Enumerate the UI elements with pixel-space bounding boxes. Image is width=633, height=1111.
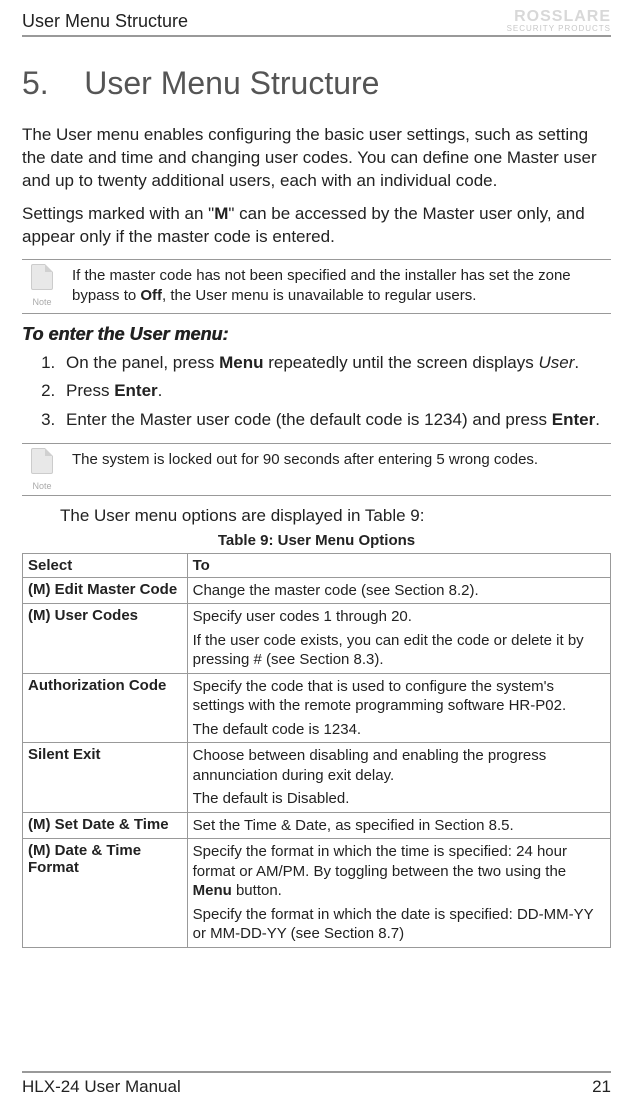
brand-logo: ROSSLARE (507, 10, 611, 24)
cell-select: (M) Edit Master Code (23, 577, 188, 604)
cell-select: Authorization Code (23, 673, 188, 743)
cell-to: Specify the code that is used to configu… (187, 673, 610, 743)
table-caption: Table 9: User Menu Options (22, 532, 611, 549)
footer-manual: HLX-24 User Manual (22, 1077, 181, 1097)
cell-to: Change the master code (see Section 8.2)… (187, 577, 610, 604)
cell-to-p: Specify the format in which the date is … (193, 905, 605, 944)
cell-select: (M) User Codes (23, 604, 188, 674)
cell-to-p: Specify the code that is used to configu… (193, 677, 605, 716)
page-header: User Menu Structure ROSSLARE SECURITY PR… (22, 10, 611, 37)
cell-select: (M) Set Date & Time (23, 812, 188, 839)
table-row: (M) Date & Time Format Specify the forma… (23, 839, 611, 948)
s1-b: repeatedly until the screen displays (263, 353, 538, 372)
table-intro: The User menu options are displayed in T… (60, 506, 611, 526)
step-2: Press Enter. (60, 379, 611, 404)
s2-b: . (158, 381, 163, 400)
cell-to-p: The default code is 1234. (193, 720, 605, 740)
r5-p1a: Specify the format in which the time is … (193, 843, 567, 880)
cell-select: (M) Date & Time Format (23, 839, 188, 948)
r5-menu: Menu (193, 882, 232, 899)
note1-off: Off (140, 287, 162, 304)
note-2-text: The system is locked out for 90 seconds … (72, 448, 611, 472)
step-3: Enter the Master user code (the default … (60, 408, 611, 433)
s1-a: On the panel, press (66, 353, 219, 372)
paragraph-1: The User menu enables configuring the ba… (22, 124, 611, 193)
subheading: To enter the User menu: (22, 324, 611, 345)
cell-to: Specify user codes 1 through 20. If the … (187, 604, 610, 674)
table-row: (M) User Codes Specify user codes 1 thro… (23, 604, 611, 674)
note-1-text: If the master code has not been specifie… (72, 264, 611, 309)
step-1: On the panel, press Menu repeatedly unti… (60, 351, 611, 376)
note-icon (31, 448, 53, 474)
s3-enter: Enter (552, 410, 595, 429)
note1-b: , the User menu is unavailable to regula… (162, 287, 476, 304)
s3-a: Enter the Master user code (the default … (66, 410, 552, 429)
note-2: Note The system is locked out for 90 sec… (22, 443, 611, 496)
note-icon-wrap-2: Note (22, 448, 62, 491)
cell-to-p: Set the Time & Date, as specified in Sec… (193, 816, 605, 836)
user-menu-options-table: Select To (M) Edit Master Code Change th… (22, 553, 611, 948)
note-label-2: Note (22, 481, 62, 491)
section-heading: 5. User Menu Structure (22, 65, 611, 102)
cell-to-p: Change the master code (see Section 8.2)… (193, 581, 605, 601)
cell-to-p: Specify the format in which the time is … (193, 842, 605, 901)
s1-user: User (538, 353, 574, 372)
cell-to: Choose between disabling and enabling th… (187, 743, 610, 813)
s3-b: . (595, 410, 600, 429)
section-number: 5. (22, 65, 49, 101)
note-1: Note If the master code has not been spe… (22, 259, 611, 314)
note-label: Note (22, 297, 62, 307)
cell-to-p: Specify user codes 1 through 20. (193, 607, 605, 627)
s2-enter: Enter (114, 381, 157, 400)
steps-list: On the panel, press Menu repeatedly unti… (22, 351, 611, 433)
header-title: User Menu Structure (22, 11, 188, 32)
cell-to-span: If the user code exists, you can edit th… (193, 632, 584, 669)
cell-to-p: If the user code exists, you can edit th… (193, 631, 605, 670)
section-title: User Menu Structure (84, 65, 379, 101)
p2-m: M (214, 204, 228, 223)
cell-select: Silent Exit (23, 743, 188, 813)
table-row: Silent Exit Choose between disabling and… (23, 743, 611, 813)
note-icon (31, 264, 53, 290)
p2-part-a: Settings marked with an " (22, 204, 214, 223)
cell-to: Set the Time & Date, as specified in Sec… (187, 812, 610, 839)
cell-to: Specify the format in which the time is … (187, 839, 610, 948)
brand-subtitle: SECURITY PRODUCTS (507, 24, 611, 33)
cell-to-p: Choose between disabling and enabling th… (193, 746, 605, 785)
s2-a: Press (66, 381, 114, 400)
brand-block: ROSSLARE SECURITY PRODUCTS (507, 10, 611, 33)
footer-page-number: 21 (592, 1077, 611, 1097)
r5-p1b: button. (232, 882, 282, 899)
table-row: Authorization Code Specify the code that… (23, 673, 611, 743)
th-select: Select (23, 553, 188, 577)
th-to: To (187, 553, 610, 577)
paragraph-2: Settings marked with an "M" can be acces… (22, 203, 611, 249)
note-icon-wrap: Note (22, 264, 62, 307)
s1-c: . (574, 353, 579, 372)
table-row: (M) Edit Master Code Change the master c… (23, 577, 611, 604)
s1-menu: Menu (219, 353, 263, 372)
table-row: (M) Set Date & Time Set the Time & Date,… (23, 812, 611, 839)
cell-to-p: The default is Disabled. (193, 789, 605, 809)
table-header-row: Select To (23, 553, 611, 577)
page-footer: HLX-24 User Manual 21 (22, 1071, 611, 1097)
